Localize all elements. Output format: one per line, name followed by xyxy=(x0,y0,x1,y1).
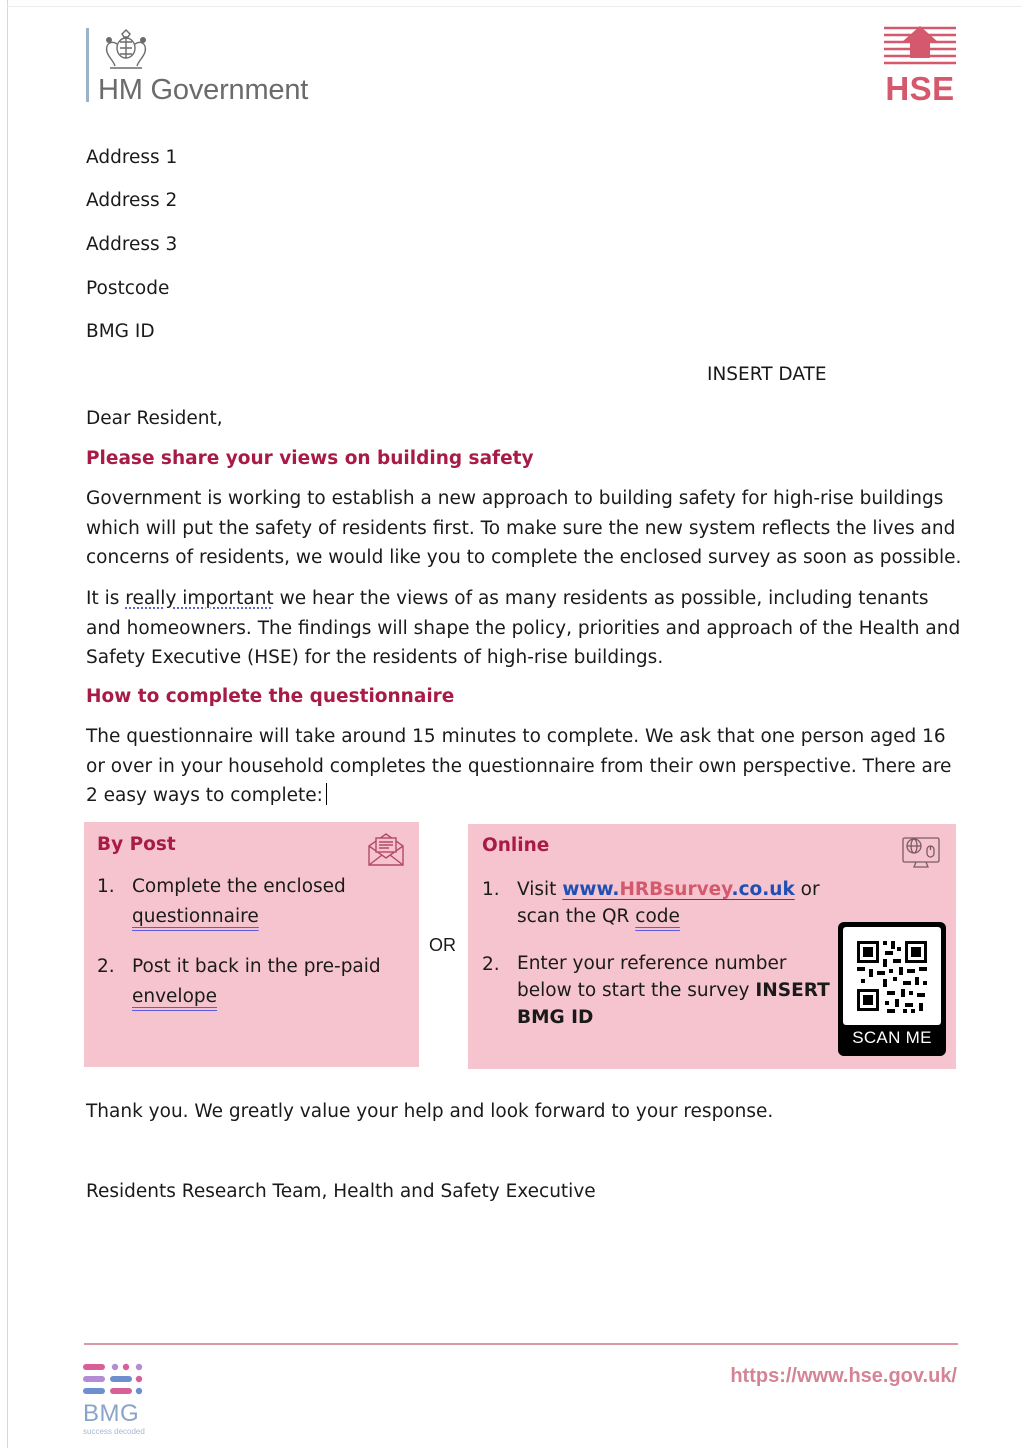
bmg-logo: BMG success decoded xyxy=(82,1362,152,1438)
logo-divider xyxy=(86,28,89,102)
reference-instruction: below to start the survey xyxy=(517,980,756,1001)
royal-crest-icon xyxy=(105,29,147,69)
post-step-2-line-1: Post it back in the pre-paid xyxy=(132,956,381,977)
post-step-1: 1. Complete the enclosed questionnaire xyxy=(97,872,407,932)
qr-code[interactable]: SCAN ME xyxy=(838,922,946,1056)
online-step-2-line-1: Enter your reference number xyxy=(517,953,787,974)
letter-date: INSERT DATE xyxy=(707,364,827,385)
salutation: Dear Resident, xyxy=(86,408,223,429)
post-step-1-line-2: questionnaire xyxy=(132,906,259,927)
or-text: or xyxy=(794,879,820,900)
importance-text-start: It is xyxy=(86,588,126,609)
post-step-2: 2. Post it back in the pre-paid envelope xyxy=(97,952,407,1012)
thank-you-line: Thank you. We greatly value your help an… xyxy=(86,1101,774,1122)
post-step-2-line-2: envelope xyxy=(132,986,218,1007)
hse-wordmark: HSE xyxy=(885,70,955,107)
computer-globe-icon xyxy=(902,837,940,868)
survey-link-prefix: www. xyxy=(562,879,620,900)
hse-house-icon xyxy=(884,26,956,65)
online-step-1: 1. Visit www.HRBsurvey.co.uk or scan the… xyxy=(482,875,822,935)
visit-text: Visit xyxy=(517,879,563,900)
importance-paragraph: It is really important we hear the views… xyxy=(86,584,966,673)
section-heading-how-to: How to complete the questionnaire xyxy=(86,686,455,707)
footer-divider xyxy=(84,1343,958,1345)
survey-link[interactable]: www.HRBsurvey.co.uk xyxy=(562,879,794,900)
survey-link-suffix: .co.uk xyxy=(731,879,795,900)
address-postcode: Postcode xyxy=(86,278,170,299)
hse-website-link[interactable]: https://www.hse.gov.uk/ xyxy=(730,1365,957,1388)
online-title: Online xyxy=(482,835,550,856)
intro-paragraph: Government is working to establish a new… xyxy=(86,488,962,568)
importance-emphasis: really important xyxy=(125,588,274,609)
section-heading-views: Please share your views on building safe… xyxy=(86,448,534,469)
online-step-2: 2. Enter your reference number below to … xyxy=(482,950,830,1040)
bmg-tagline: success decoded xyxy=(83,1427,145,1436)
address-line-2: Address 2 xyxy=(86,190,178,211)
questionnaire-text: The questionnaire will take around 15 mi… xyxy=(86,726,952,806)
by-post-panel: By Post 1. Complete the enclosed questio… xyxy=(84,822,419,1067)
signoff-line: Residents Research Team, Health and Safe… xyxy=(86,1181,596,1202)
insert-placeholder: INSERT xyxy=(755,980,830,1001)
address-line-3: Address 3 xyxy=(86,234,178,255)
scan-me-label: SCAN ME xyxy=(852,1028,932,1047)
online-step-2-line-2: below to start the survey INSERT xyxy=(517,977,830,1004)
envelope-letter-icon xyxy=(368,833,404,866)
online-step-1-line-1: Visit www.HRBsurvey.co.uk or xyxy=(517,875,820,905)
questionnaire-paragraph: The questionnaire will take around 15 mi… xyxy=(86,722,966,811)
post-step-1-number: 1. xyxy=(97,876,115,897)
code-word: code xyxy=(635,906,680,927)
hm-government-wordmark: HM Government xyxy=(98,74,309,106)
or-separator: OR xyxy=(429,935,456,955)
page-edge xyxy=(7,0,8,1448)
hse-logo: HSE xyxy=(880,24,960,107)
scan-qr-text: scan the QR xyxy=(517,906,636,927)
qr-code-icon xyxy=(857,941,927,1013)
text-cursor xyxy=(325,783,327,805)
bmg-id-placeholder: BMG ID xyxy=(517,1007,594,1028)
by-post-title: By Post xyxy=(97,834,176,855)
qr-pattern xyxy=(843,927,941,1025)
online-step-2-number: 2. xyxy=(482,954,500,975)
address-bmg-id: BMG ID xyxy=(86,321,155,342)
post-step-1-line-1: Complete the enclosed xyxy=(132,876,346,897)
online-step-1-line-2: scan the QR code xyxy=(517,902,680,932)
address-line-1: Address 1 xyxy=(86,147,178,168)
online-step-1-number: 1. xyxy=(482,879,500,900)
bmg-wordmark: BMG xyxy=(83,1400,140,1427)
bmg-dots-icon xyxy=(83,1363,143,1395)
page-top-edge xyxy=(7,6,1022,7)
survey-link-domain: HRBsurvey xyxy=(619,879,732,900)
post-step-2-number: 2. xyxy=(97,956,115,977)
